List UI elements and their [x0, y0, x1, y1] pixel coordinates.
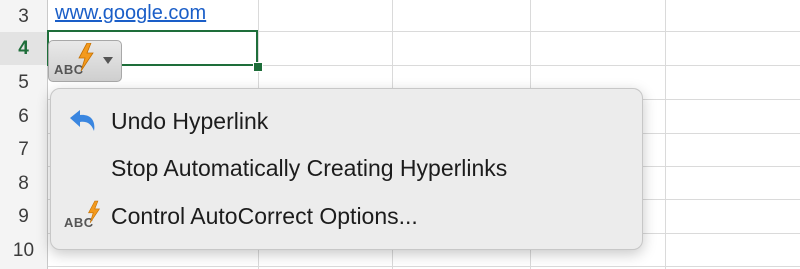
menu-item-label: Stop Automatically Creating Hyperlinks	[111, 155, 508, 181]
autocorrect-bolt-icon	[78, 43, 94, 71]
menu-item-control-autocorrect[interactable]: ABC Control AutoCorrect Options...	[51, 194, 642, 238]
row-header-4[interactable]: 4	[0, 32, 47, 65]
grid-line	[665, 0, 666, 269]
autocorrect-icon: ABC	[64, 200, 102, 232]
row-header-3[interactable]: 3	[0, 0, 47, 33]
row-header-10[interactable]: 10	[0, 234, 47, 267]
autocorrect-bolt-icon	[88, 200, 101, 224]
chevron-down-icon	[103, 57, 113, 64]
autocorrect-menu: Undo Hyperlink Stop Automatically Creati…	[50, 88, 643, 250]
menu-item-label: Undo Hyperlink	[111, 108, 269, 134]
cell-hyperlink[interactable]: www.google.com	[55, 2, 206, 25]
menu-item-undo-hyperlink[interactable]: Undo Hyperlink	[51, 99, 642, 143]
undo-icon	[70, 110, 95, 131]
row-header-7[interactable]: 7	[0, 133, 47, 166]
row-header-column: 3 4 5 6 7 8 9 10	[0, 0, 48, 269]
row-header-8[interactable]: 8	[0, 167, 47, 200]
spreadsheet-grid: 3 4 5 6 7 8 9 10 www.google.com ABC Undo…	[0, 0, 800, 269]
row-header-5[interactable]: 5	[0, 66, 47, 99]
menu-item-stop-auto-hyperlinks[interactable]: Stop Automatically Creating Hyperlinks	[51, 146, 642, 190]
fill-handle[interactable]	[253, 62, 263, 72]
autocorrect-options-button[interactable]: ABC	[48, 40, 122, 82]
menu-item-label: Control AutoCorrect Options...	[111, 203, 418, 229]
row-header-9[interactable]: 9	[0, 200, 47, 233]
row-header-6[interactable]: 6	[0, 100, 47, 133]
grid-line	[0, 266, 800, 267]
